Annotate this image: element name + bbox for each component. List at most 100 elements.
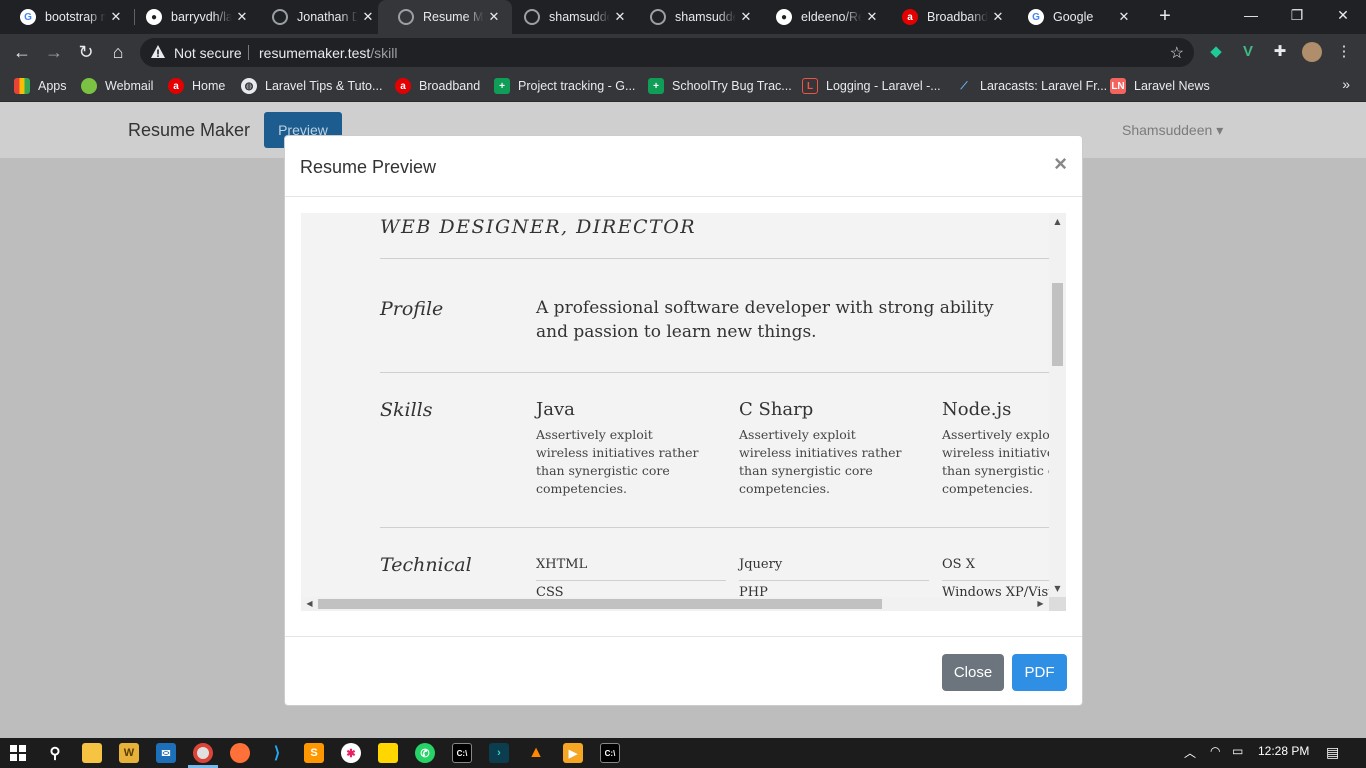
notifications-icon[interactable]: ▤: [1326, 744, 1339, 761]
bookmark-home[interactable]: a Home: [168, 76, 225, 96]
bookmark-label: Laravel News: [1134, 79, 1210, 93]
bookmark-laravel-tips[interactable]: ◍ Laravel Tips & Tuto...: [241, 76, 382, 96]
wamp-icon[interactable]: W: [119, 743, 139, 763]
reload-icon[interactable]: ↻: [74, 40, 98, 64]
extension-diamond-icon[interactable]: ◆: [1206, 42, 1226, 62]
airtel-icon: a: [168, 78, 184, 94]
whatsapp-icon[interactable]: ✆: [415, 743, 435, 763]
modal-close-icon[interactable]: ×: [1054, 151, 1067, 177]
tab-close-icon[interactable]: ✕: [610, 9, 630, 25]
window-close-icon[interactable]: ✕: [1320, 0, 1366, 34]
bookmark-label: Webmail: [105, 79, 154, 93]
horizontal-scroll-thumb[interactable]: [318, 599, 882, 609]
tab-close-icon[interactable]: ✕: [862, 9, 882, 25]
vertical-scroll-thumb[interactable]: [1052, 283, 1063, 366]
wifi-icon[interactable]: ◠: [1210, 744, 1220, 758]
scroll-up-icon[interactable]: ▲: [1049, 213, 1066, 230]
tab-close-icon[interactable]: ✕: [1114, 9, 1134, 25]
close-button[interactable]: Close: [942, 654, 1004, 691]
bookmark-logging-laravel[interactable]: L Logging - Laravel -...: [802, 76, 941, 96]
tab-close-icon[interactable]: ✕: [106, 9, 126, 25]
tab-close-icon[interactable]: ✕: [988, 9, 1008, 25]
resume-content: WEB DESIGNER, DIRECTOR Profile A profess…: [301, 213, 1049, 597]
user-dropdown[interactable]: Shamsuddeen ▾: [1122, 122, 1223, 139]
firefox-icon[interactable]: [230, 743, 250, 763]
vscode-icon[interactable]: ⟩: [267, 743, 287, 763]
bookmark-webmail[interactable]: Webmail: [81, 76, 153, 96]
browser-tab[interactable]: ● barryvdh/la ✕: [126, 0, 260, 34]
bookmark-project-tracking[interactable]: + Project tracking - G...: [494, 76, 635, 96]
github-icon: ●: [776, 9, 792, 25]
file-explorer-icon[interactable]: [82, 743, 102, 763]
vue-devtools-icon[interactable]: V: [1238, 42, 1258, 62]
show-hidden-icons-icon[interactable]: ︿: [1184, 744, 1196, 761]
extensions-puzzle-icon[interactable]: ✚: [1270, 42, 1290, 62]
menu-kebab-icon[interactable]: ⋮: [1334, 42, 1354, 62]
skill-name: C Sharp: [739, 399, 814, 420]
scroll-down-icon[interactable]: ▼: [1049, 580, 1066, 597]
browser-tab[interactable]: shamsudde ✕: [630, 0, 764, 34]
cmd-icon[interactable]: C:\: [452, 743, 472, 763]
profile-avatar[interactable]: [1302, 42, 1322, 62]
bookmark-broadband[interactable]: a Broadband: [395, 76, 480, 96]
sublime-icon[interactable]: S: [304, 743, 324, 763]
browser-tab[interactable]: a Broadband ✕: [882, 0, 1016, 34]
vlc-icon[interactable]: ▲: [526, 743, 546, 763]
horizontal-scrollbar[interactable]: ◀ ▶: [301, 597, 1049, 611]
bookmark-apps[interactable]: Apps: [14, 76, 67, 96]
cmd-icon[interactable]: C:\: [600, 743, 620, 763]
new-tab-icon[interactable]: +: [1154, 5, 1176, 27]
bookmark-laravel-news[interactable]: LN Laravel News: [1110, 76, 1210, 96]
vertical-scrollbar[interactable]: ▲ ▼: [1049, 213, 1066, 597]
google-icon: G: [20, 9, 36, 25]
resume-preview-frame[interactable]: WEB DESIGNER, DIRECTOR Profile A profess…: [301, 213, 1066, 611]
restore-icon[interactable]: ❐: [1274, 0, 1320, 34]
terminal-icon[interactable]: ›: [489, 743, 509, 763]
pdf-button[interactable]: PDF: [1012, 654, 1067, 691]
back-icon[interactable]: ←: [10, 40, 34, 64]
bookmark-laracasts[interactable]: ⟋ Laracasts: Laravel Fr...: [956, 76, 1108, 96]
section-divider: [380, 372, 1049, 373]
url-path: /skill: [370, 45, 398, 61]
browser-tab[interactable]: ● eldeeno/Re ✕: [756, 0, 890, 34]
tab-close-icon[interactable]: ✕: [232, 9, 252, 25]
technical-item: Windows XP/Vista: [942, 584, 1049, 597]
battery-icon[interactable]: ▭: [1232, 744, 1243, 758]
tab-title: barryvdh/la: [171, 10, 232, 24]
browser-tab[interactable]: G Google ✕: [1008, 0, 1142, 34]
browser-tab[interactable]: Jonathan D ✕: [252, 0, 386, 34]
browser-tab[interactable]: G bootstrap m ✕: [0, 0, 134, 34]
bookmark-schooltry[interactable]: + SchoolTry Bug Trac...: [648, 76, 792, 96]
forward-icon[interactable]: →: [42, 40, 66, 64]
mail-icon[interactable]: ✉: [156, 743, 176, 763]
chrome-icon[interactable]: [193, 743, 213, 763]
tab-close-icon[interactable]: ✕: [736, 9, 756, 25]
airtel-icon: a: [395, 78, 411, 94]
address-bar[interactable]: Not secure resumemaker.test/skill ☆: [140, 38, 1194, 67]
scroll-right-icon[interactable]: ▶: [1032, 597, 1049, 611]
bookmark-star-icon[interactable]: ☆: [1170, 43, 1184, 63]
sticky-notes-icon[interactable]: [378, 743, 398, 763]
webmail-icon: [81, 78, 97, 94]
tab-close-icon[interactable]: ✕: [484, 9, 504, 25]
tab-close-icon[interactable]: ✕: [358, 9, 378, 25]
sheets-icon: +: [648, 78, 664, 94]
tab-title: Jonathan D: [297, 10, 358, 24]
search-icon[interactable]: ⚲: [45, 743, 65, 763]
app-brand[interactable]: Resume Maker: [128, 120, 250, 141]
browser-tab[interactable]: shamsudde ✕: [504, 0, 638, 34]
bookmark-label: Project tracking - G...: [518, 79, 636, 93]
scroll-left-icon[interactable]: ◀: [301, 597, 318, 611]
minimize-icon[interactable]: —: [1228, 0, 1274, 34]
tab-title: Broadband: [927, 10, 988, 24]
slack-icon[interactable]: ✱: [341, 743, 361, 763]
bookmarks-overflow-icon[interactable]: »: [1342, 76, 1350, 92]
media-player-icon[interactable]: ▶: [563, 743, 583, 763]
technical-item: Jquery: [739, 556, 929, 581]
technical-item: XHTML: [536, 556, 726, 581]
technical-label: Technical: [380, 554, 472, 576]
browser-tab-active[interactable]: Resume Ma ✕: [378, 0, 512, 34]
clock-time[interactable]: 12:28 PM: [1258, 744, 1309, 758]
home-icon[interactable]: ⌂: [106, 40, 130, 64]
windows-start-icon[interactable]: [10, 745, 26, 761]
